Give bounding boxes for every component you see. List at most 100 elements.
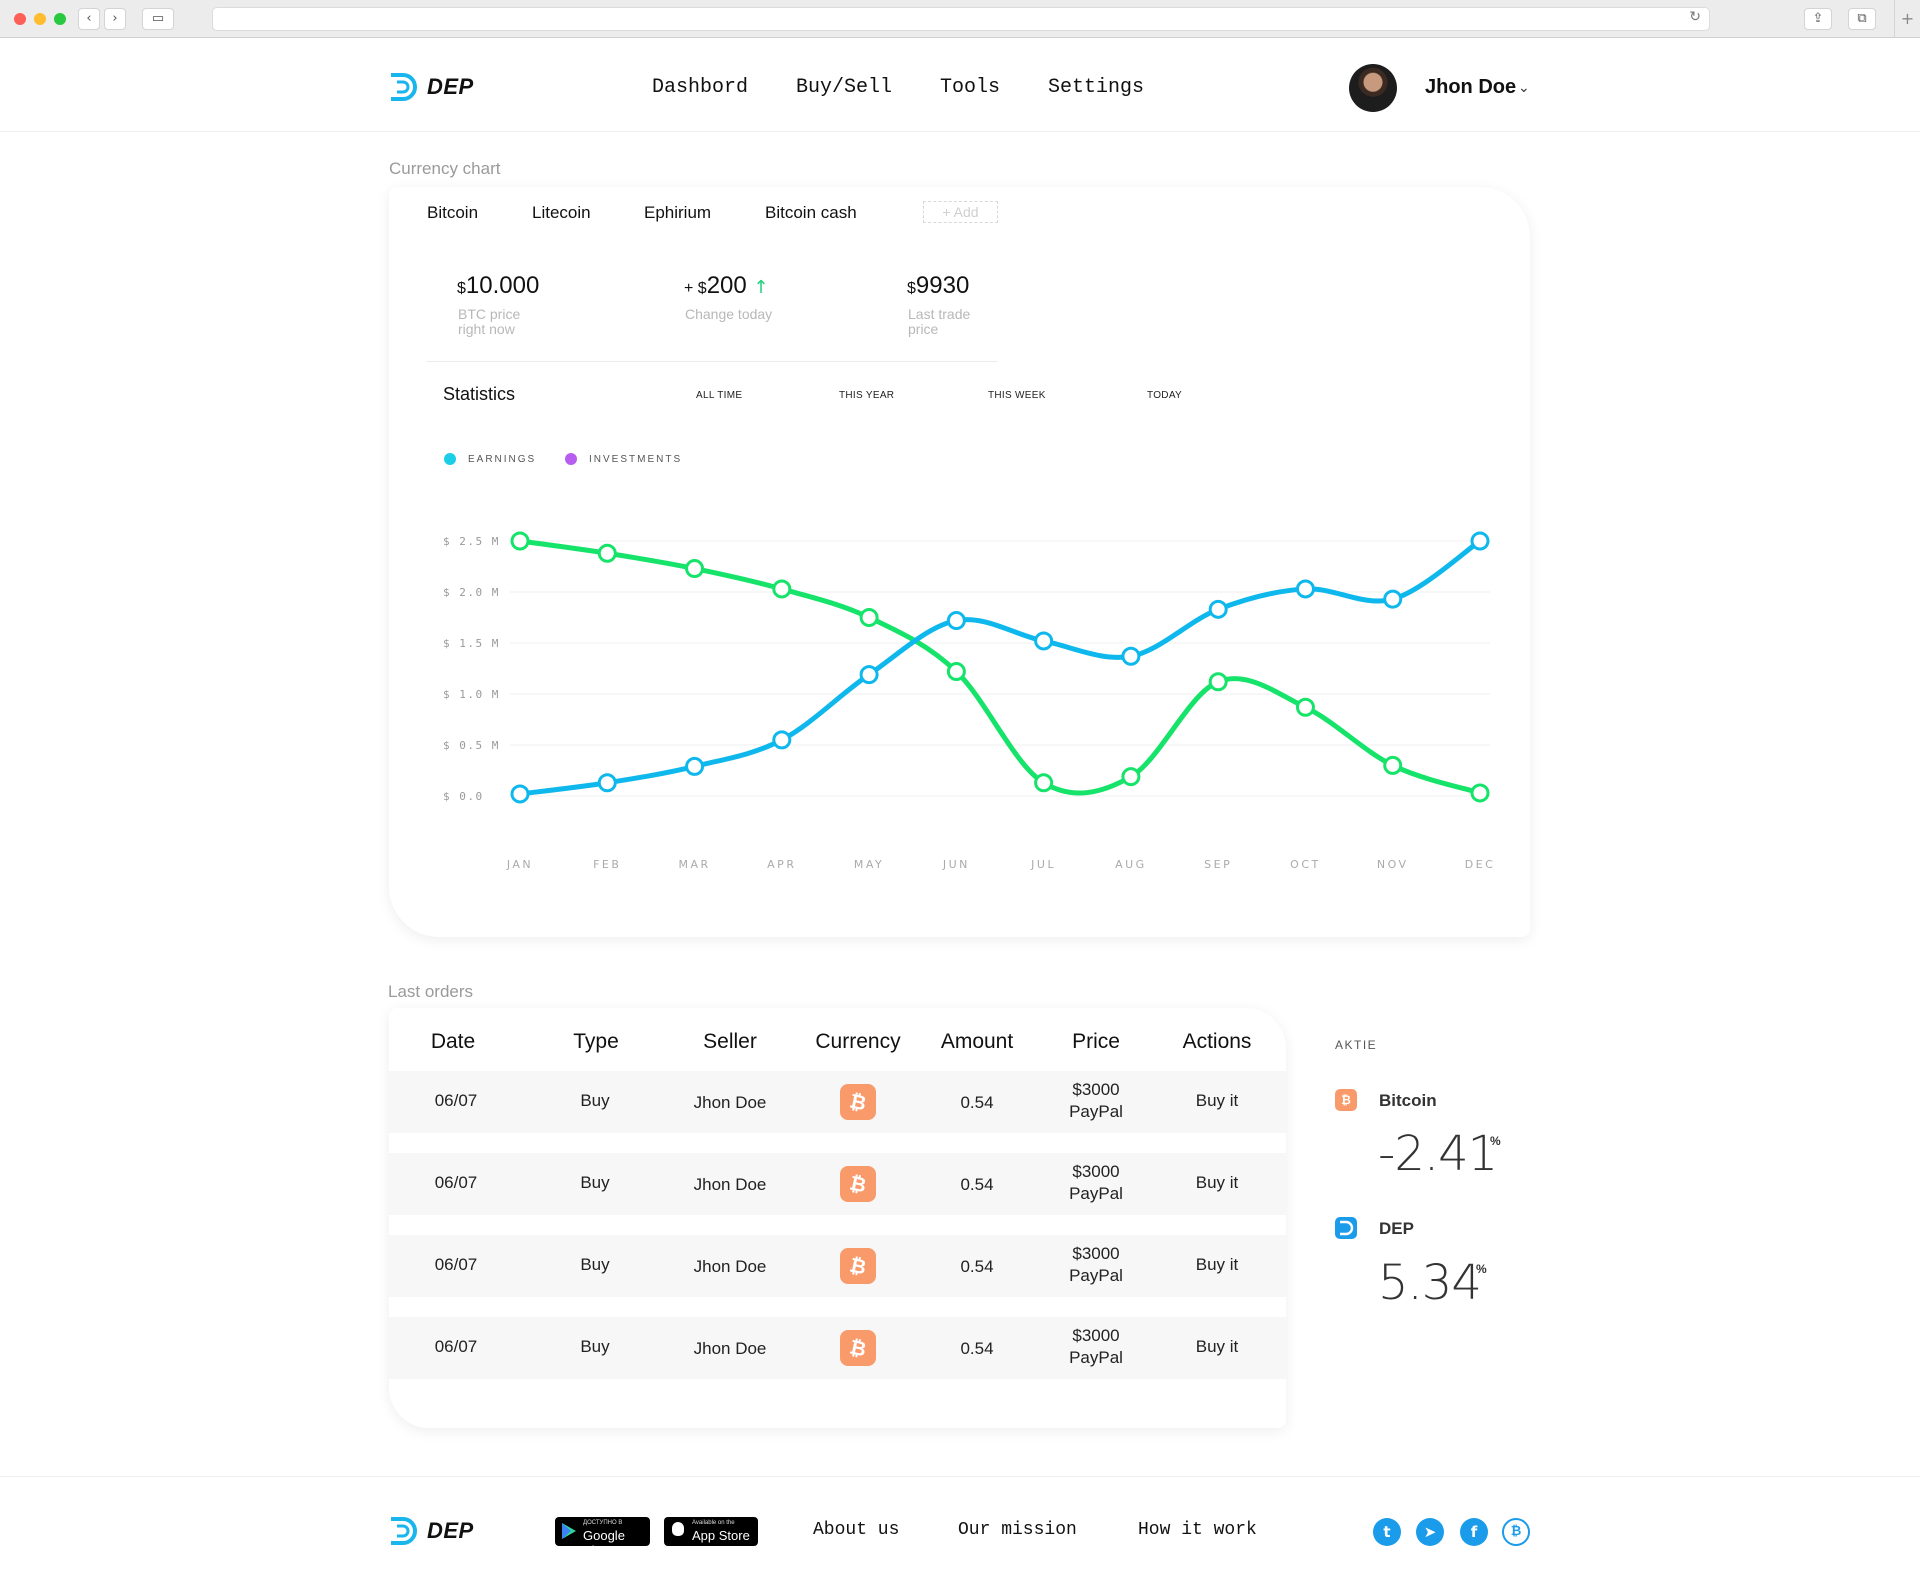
forward-icon[interactable]: › [104,8,126,30]
col-price: Price [1072,1030,1120,1053]
statistics-title: Statistics [443,384,516,404]
buy-it-button[interactable]: Buy it [1157,1337,1277,1357]
new-tab-button[interactable]: + [1894,0,1920,38]
bitcoin-icon: ₿ [840,1330,876,1366]
buy-it-button[interactable]: Buy it [1157,1173,1277,1193]
aktie-dep-unit: % [1476,1262,1487,1276]
buy-it-button[interactable]: Buy it [1157,1091,1277,1111]
aktie-dep-name: DEP [1379,1219,1414,1238]
order-amount: 0.54 [960,1339,994,1358]
order-price: $3000 PayPal [1069,1162,1123,1203]
apple-icon [672,1522,684,1536]
bitcoin-icon[interactable]: ₿ [1502,1518,1530,1546]
period-all-time[interactable]: ALL TIME [696,390,742,401]
nav-settings[interactable]: Settings [1048,76,1144,99]
order-price: $3000 PayPal [1069,1080,1123,1121]
tab-ephirium[interactable]: Ephirium [644,203,711,223]
order-date: 06/07 [434,1337,478,1356]
maximize-window-button[interactable] [54,13,66,25]
order-type: Buy [580,1255,610,1274]
arrow-up-icon: ↑ [753,277,769,298]
minimize-window-button[interactable] [34,13,46,25]
bitcoin-icon: ₿ [840,1248,876,1284]
btc-price-value: $10.000 [457,272,540,299]
btc-price-label: BTC price right now [458,306,521,337]
aktie-bitcoin-unit: % [1490,1134,1501,1148]
dep-logo-icon [391,1517,417,1545]
share-icon[interactable]: ⇪ [1804,8,1832,30]
app-store-badge[interactable]: Available on the App Store [664,1517,758,1546]
google-play-badge[interactable]: ДОСТУПНО В Google Play [555,1517,650,1558]
aktie-bitcoin-name: Bitcoin [1379,1091,1437,1110]
order-seller: Jhon Doe [693,1339,767,1358]
col-date: Date [430,1030,476,1053]
order-price: $3000 PayPal [1069,1326,1123,1367]
nav-dashboard[interactable]: Dashbord [652,76,748,99]
footer-divider [0,1476,1920,1477]
order-seller: Jhon Doe [693,1175,767,1194]
buy-it-button[interactable]: Buy it [1157,1255,1277,1275]
dep-logo-icon [391,73,417,101]
legend-earnings-dot [444,453,456,465]
order-type: Buy [580,1337,610,1356]
sidebar-toggle-icon[interactable]: ▭ [142,8,174,30]
user-name[interactable]: Jhon Doe [1425,76,1516,99]
footer-logo-text: DEP [427,1518,474,1543]
tabs-overview-icon[interactable]: ⧉ [1848,8,1876,30]
divider [426,361,998,362]
order-type: Buy [580,1173,610,1192]
col-actions: Actions [1182,1030,1252,1053]
address-bar[interactable]: ↻ [212,7,1710,31]
bitcoin-icon: ₿ [840,1166,876,1202]
col-type: Type [573,1030,619,1053]
last-trade-value: $9930 [907,272,970,299]
change-today-label: Change today [685,306,773,322]
aktie-dep-value: 5.34 [1378,1255,1482,1311]
order-amount: 0.54 [960,1175,994,1194]
tab-bitcoin-cash[interactable]: Bitcoin cash [765,203,857,223]
dep-logo-icon [1335,1217,1357,1239]
add-currency-button[interactable]: + Add [923,201,998,223]
logo[interactable]: DEP [389,72,474,102]
order-type: Buy [580,1091,610,1110]
tab-bitcoin[interactable]: Bitcoin [427,203,478,223]
site-header: DEP Dashbord Buy/Sell Tools Settings Jho… [0,38,1920,132]
last-orders-title: Last orders [388,982,474,1001]
tab-litecoin[interactable]: Litecoin [532,203,591,223]
period-today[interactable]: TODAY [1147,390,1182,401]
google-play-icon [562,1523,576,1539]
footer-link-how[interactable]: How it work [1138,1520,1257,1540]
change-today-value: + $200 ↑ [684,272,769,299]
reload-icon[interactable]: ↻ [1689,9,1701,25]
order-amount: 0.54 [960,1257,994,1276]
order-date: 06/07 [434,1255,478,1274]
logo-text: DEP [427,74,474,99]
nav-buy-sell[interactable]: Buy/Sell [796,76,892,99]
legend-investments-dot [565,453,577,465]
order-date: 06/07 [434,1091,478,1110]
footer-logo[interactable]: DEP [389,1516,474,1546]
order-seller: Jhon Doe [693,1257,767,1276]
chevron-down-icon[interactable]: ⌄ [1518,80,1530,96]
close-window-button[interactable] [14,13,26,25]
facebook-icon[interactable]: f [1460,1518,1488,1546]
bitcoin-icon: ₿ [1335,1089,1357,1111]
order-seller: Jhon Doe [693,1093,767,1112]
period-this-week[interactable]: THIS WEEK [988,390,1046,401]
back-icon[interactable]: ‹ [78,8,100,30]
col-seller: Seller [703,1030,757,1053]
legend-investments: INVESTMENTS [589,454,683,465]
nav-tools[interactable]: Tools [940,76,1000,99]
twitter-icon[interactable]: t [1373,1518,1401,1546]
period-this-year[interactable]: THIS YEAR [839,390,894,401]
last-trade-label: Last trade price [908,306,971,337]
footer-link-about[interactable]: About us [813,1520,899,1540]
browser-toolbar: ‹ › ▭ ↻ ⇪ ⧉ + [0,0,1920,38]
aktie-title: AKTIE [1335,1038,1378,1052]
footer-link-mission[interactable]: Our mission [958,1520,1077,1540]
order-price: $3000 PayPal [1069,1244,1123,1285]
legend-earnings: EARNINGS [468,454,537,465]
telegram-icon[interactable]: ➤ [1416,1518,1444,1546]
col-currency: Currency [815,1030,901,1053]
avatar[interactable] [1349,64,1397,112]
